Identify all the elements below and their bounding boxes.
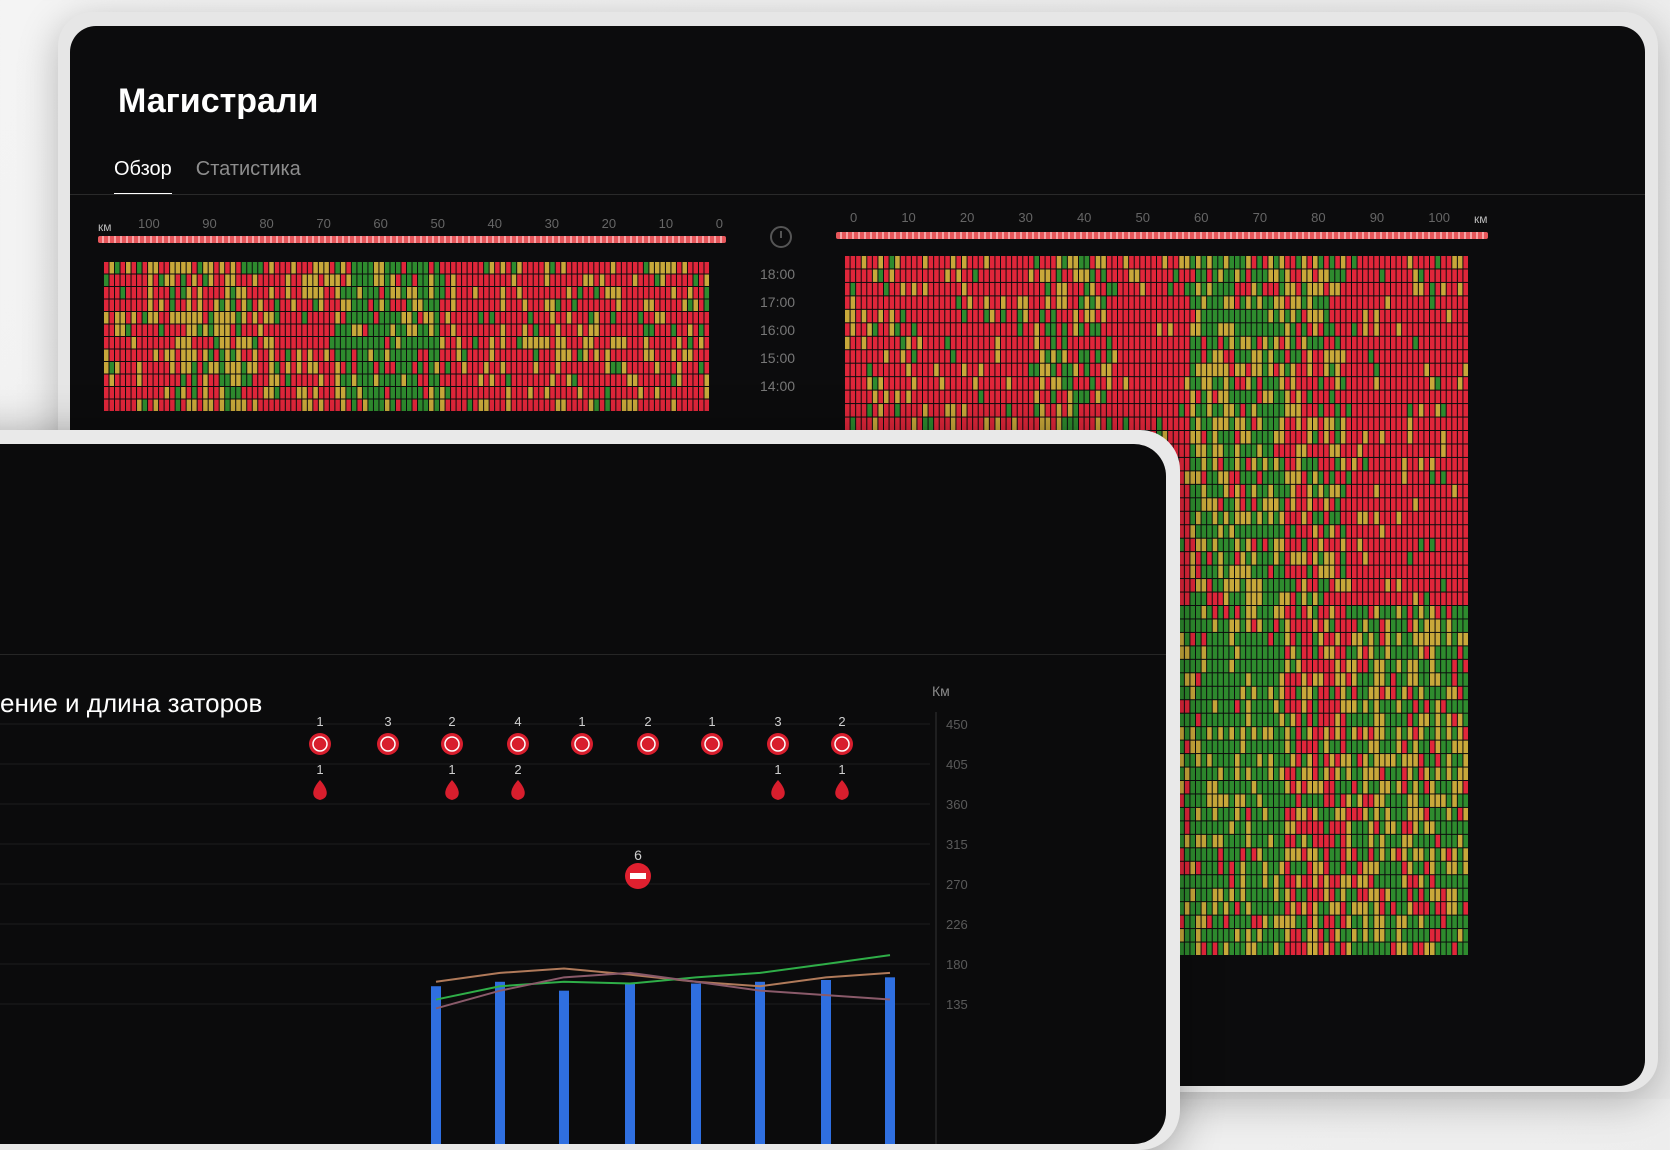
bar (625, 984, 635, 1144)
time-label: 16:00 (760, 322, 795, 338)
right-road-strip (836, 232, 1488, 239)
tab-overview[interactable]: Обзор (114, 158, 172, 195)
km-tick: 0 (716, 216, 723, 231)
km-tick: 70 (1253, 210, 1267, 225)
km-tick: 20 (602, 216, 616, 231)
accident-count-label: 3 (774, 714, 781, 729)
bar (885, 977, 895, 1144)
roadwork-count-label: 1 (448, 762, 455, 777)
tab-statistics[interactable]: Статистика (196, 158, 301, 195)
km-tick: 30 (545, 216, 559, 231)
km-tick: 50 (430, 216, 444, 231)
km-tick: 90 (1370, 210, 1384, 225)
time-label: 18:00 (760, 266, 795, 282)
km-tick: 80 (1311, 210, 1325, 225)
congestion-statistics-screen: ение и длина заторов Км45040536031527022… (0, 444, 1166, 1144)
bar (495, 982, 505, 1144)
km-tick: 90 (202, 216, 216, 231)
time-label: 14:00 (760, 378, 795, 394)
congestion-chart: Км 450 405 360 315 270 226 180 135 1 1 3 2 1 4 2 1 2 1 3 1 2 1… (0, 444, 1166, 1144)
y-tick-label: 450 (946, 717, 968, 732)
time-label: 15:00 (760, 350, 795, 366)
km-tick: 20 (960, 210, 974, 225)
bar (755, 982, 765, 1144)
time-axis: 18:00 17:00 16:00 15:00 14:00 (760, 266, 795, 394)
accident-count-label: 1 (708, 714, 715, 729)
y-tick-label: 135 (946, 997, 968, 1012)
km-tick: 10 (901, 210, 915, 225)
roadwork-count-label: 1 (838, 762, 845, 777)
right-km-scale: 0 10 20 30 40 50 60 70 80 90 100 (850, 210, 1450, 225)
accident-count-label: 2 (644, 714, 651, 729)
drop-icon (511, 780, 525, 800)
y-axis-unit: Км (932, 683, 950, 699)
y-tick-label: 360 (946, 797, 968, 812)
y-tick-label: 226 (946, 917, 968, 932)
accident-count-label: 4 (514, 714, 521, 729)
left-road-strip (98, 236, 726, 243)
time-label: 17:00 (760, 294, 795, 310)
drop-icon (835, 780, 849, 800)
accident-count-label: 1 (316, 714, 323, 729)
y-tick-label: 270 (946, 877, 968, 892)
tabs-divider (70, 194, 1645, 195)
bar (431, 986, 441, 1144)
km-tick: 40 (488, 216, 502, 231)
closure-count-label: 6 (634, 847, 642, 863)
roadwork-count-label: 1 (316, 762, 323, 777)
km-tick: 100 (1428, 210, 1450, 225)
accident-count-label: 2 (448, 714, 455, 729)
km-tick: 70 (316, 216, 330, 231)
left-km-scale: 100 90 80 70 60 50 40 30 20 10 0 (138, 216, 723, 231)
roadwork-count-label: 1 (774, 762, 781, 777)
left-congestion-heatmap (104, 262, 710, 412)
drop-icon (313, 780, 327, 800)
clock-icon (770, 226, 792, 248)
drop-icon (771, 780, 785, 800)
bar (559, 991, 569, 1144)
km-tick: 30 (1018, 210, 1032, 225)
km-tick: 100 (138, 216, 160, 231)
bar (821, 980, 831, 1144)
right-km-unit: км (1474, 212, 1488, 226)
left-km-unit: км (98, 220, 112, 234)
bar (691, 984, 701, 1144)
km-tick: 50 (1136, 210, 1150, 225)
drop-icon (445, 780, 459, 800)
km-tick: 80 (259, 216, 273, 231)
y-tick-label: 315 (946, 837, 968, 852)
accident-count-label: 2 (838, 714, 845, 729)
heatmap-cells (104, 262, 709, 411)
page-title: Магистрали (118, 82, 318, 121)
km-tick: 60 (373, 216, 387, 231)
tab-bar: Обзор Статистика (114, 158, 301, 195)
roadwork-count-label: 2 (514, 762, 521, 777)
accident-count-label: 3 (384, 714, 391, 729)
km-tick: 0 (850, 210, 857, 225)
road-closed-bar (630, 873, 646, 879)
km-tick: 10 (659, 216, 673, 231)
accident-count-label: 1 (578, 714, 585, 729)
y-tick-label: 405 (946, 757, 968, 772)
km-tick: 40 (1077, 210, 1091, 225)
y-tick-label: 180 (946, 957, 968, 972)
km-tick: 60 (1194, 210, 1208, 225)
